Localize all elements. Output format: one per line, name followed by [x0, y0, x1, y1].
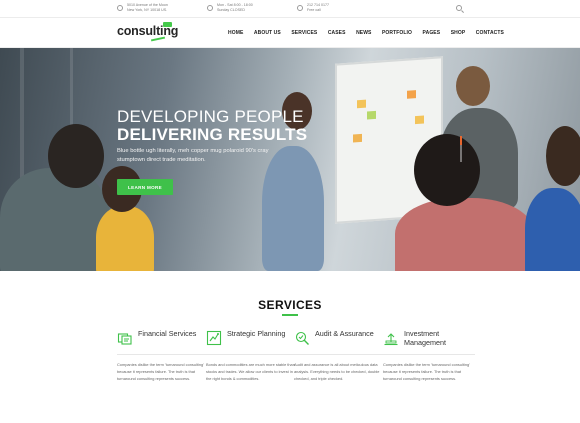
nav-item-about-us[interactable]: ABOUT US	[254, 30, 281, 36]
nav-item-services[interactable]: SERVICES	[291, 30, 317, 36]
nav-item-pages[interactable]: PAGES	[423, 30, 441, 36]
top-info-bar: 5010 Avenue of the Moon New York, NY 100…	[0, 0, 580, 18]
nav-item-portfolio[interactable]: PORTFOLIO	[382, 30, 412, 36]
person-image	[0, 168, 110, 271]
sticky-note	[415, 115, 424, 125]
person-image	[48, 124, 104, 188]
location-icon	[117, 5, 123, 11]
person-image	[414, 134, 480, 206]
service-description: Companies dislike the term 'turnaround c…	[383, 362, 470, 382]
phone-info: 212 714 0177 Free call	[297, 3, 329, 12]
person-image	[96, 206, 154, 271]
nav-item-contacts[interactable]: CONTACTS	[476, 30, 504, 36]
nav-item-news[interactable]: NEWS	[356, 30, 371, 36]
nav-item-home[interactable]: HOME	[228, 30, 243, 36]
strategy-icon	[206, 330, 222, 346]
nav-item-shop[interactable]: SHOP	[451, 30, 466, 36]
slider-indicator[interactable]	[460, 136, 462, 162]
learn-more-button[interactable]: LEARN MORE	[117, 179, 173, 195]
search-icon[interactable]	[456, 5, 462, 11]
card-divider	[206, 354, 298, 355]
person-image	[456, 66, 490, 106]
service-description: Companies dislike the term 'turnaround c…	[117, 362, 204, 382]
hero-description: Blue bottle ugh literally, meh copper mu…	[117, 148, 269, 163]
address-info: 5010 Avenue of the Moon New York, NY 100…	[117, 3, 168, 12]
hero-title-line2: DELIVERING RESULTS	[117, 125, 308, 144]
logo-badge	[163, 22, 172, 27]
hours-line2: Sunday CLOSED	[217, 7, 245, 12]
address-line2: New York, NY 10018 US.	[127, 7, 168, 12]
services-heading: SERVICES	[258, 298, 322, 312]
main-menu: HOME ABOUT US SERVICES CASES NEWS PORTFO…	[228, 30, 504, 36]
service-name[interactable]: Financial Services	[138, 329, 196, 338]
audit-icon	[295, 331, 309, 345]
person-image	[395, 198, 535, 271]
main-navbar: consulting HOME ABOUT US SERVICES CASES …	[0, 18, 580, 48]
hours-info: Mon - Sat 8:00 - 18:00 Sunday CLOSED	[207, 3, 253, 12]
sticky-note	[353, 133, 362, 143]
hero-banner: DEVELOPING PEOPLE DELIVERING RESULTS Blu…	[0, 48, 580, 271]
hero-title-line1: DEVELOPING PEOPLE	[117, 107, 304, 126]
card-divider	[294, 354, 386, 355]
card-divider	[383, 354, 475, 355]
investment-icon	[384, 333, 398, 346]
service-name[interactable]: Strategic Planning	[227, 329, 285, 338]
person-image	[546, 126, 580, 186]
phone-icon	[297, 5, 303, 11]
clock-icon	[207, 5, 213, 11]
sticky-note	[407, 90, 416, 99]
nav-item-cases[interactable]: CASES	[328, 30, 346, 36]
person-image	[525, 188, 580, 271]
service-description: Audit and assurance is all about meticul…	[294, 362, 380, 382]
phone-line2: Free call	[307, 7, 321, 12]
card-divider	[117, 354, 209, 355]
heading-underline	[282, 314, 298, 316]
service-name[interactable]: Audit & Assurance	[315, 329, 374, 338]
sticky-note	[357, 99, 366, 109]
sticky-note	[367, 110, 376, 120]
financial-icon	[117, 333, 132, 345]
service-description: Bonds and commodities are much more stab…	[206, 362, 295, 382]
service-name[interactable]: Investment Management	[404, 329, 475, 347]
